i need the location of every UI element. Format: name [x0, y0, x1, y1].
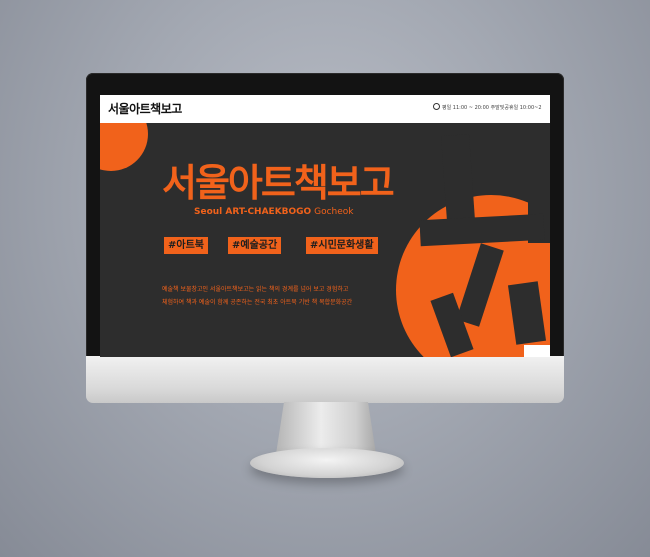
monitor: 서울아트책보고 평일 11:00 ~ 20:00 주말및공휴일 10:00~2 …	[86, 73, 564, 403]
hero-subtitle: Seoul ART-CHAEKBOGO Gocheok	[194, 207, 353, 217]
subtitle-sub: Gocheok	[314, 207, 354, 217]
tag-art-space[interactable]: #예술공간	[228, 237, 282, 254]
monitor-chin	[86, 356, 564, 403]
tag-artbook[interactable]: #아트북	[164, 237, 208, 254]
description-line: 예술책 보물창고인 서울아트책보고는 읽는 책의 경계를 넘어 보고 경험하고	[162, 286, 349, 293]
monitor-stand-neck	[276, 402, 376, 454]
monitor-stand-base	[250, 448, 404, 478]
tag-civic-culture[interactable]: #시민문화생활	[306, 237, 378, 254]
hero-title: 서울아트책보고	[162, 161, 395, 205]
subtitle-main: Seoul ART-CHAEKBOGO	[194, 207, 312, 217]
site-header: 서울아트책보고 평일 11:00 ~ 20:00 주말및공휴일 10:00~2	[100, 95, 550, 123]
clock-icon	[433, 103, 440, 110]
big-character-graphic	[419, 123, 550, 357]
hero-description: 예술책 보물창고인 서울아트책보고는 읽는 책의 경계를 넘어 보고 경험하고 …	[162, 283, 422, 309]
website-screen: 서울아트책보고 평일 11:00 ~ 20:00 주말및공휴일 10:00~2 …	[100, 95, 550, 357]
description-line: 체험하여 책과 예술이 함께 공존하는 전국 최초 아트북 기반 책 복합문화공…	[162, 299, 353, 306]
site-logo[interactable]: 서울아트책보고	[108, 100, 182, 117]
opening-hours: 평일 11:00 ~ 20:00 주말및공휴일 10:00~2	[442, 105, 542, 111]
